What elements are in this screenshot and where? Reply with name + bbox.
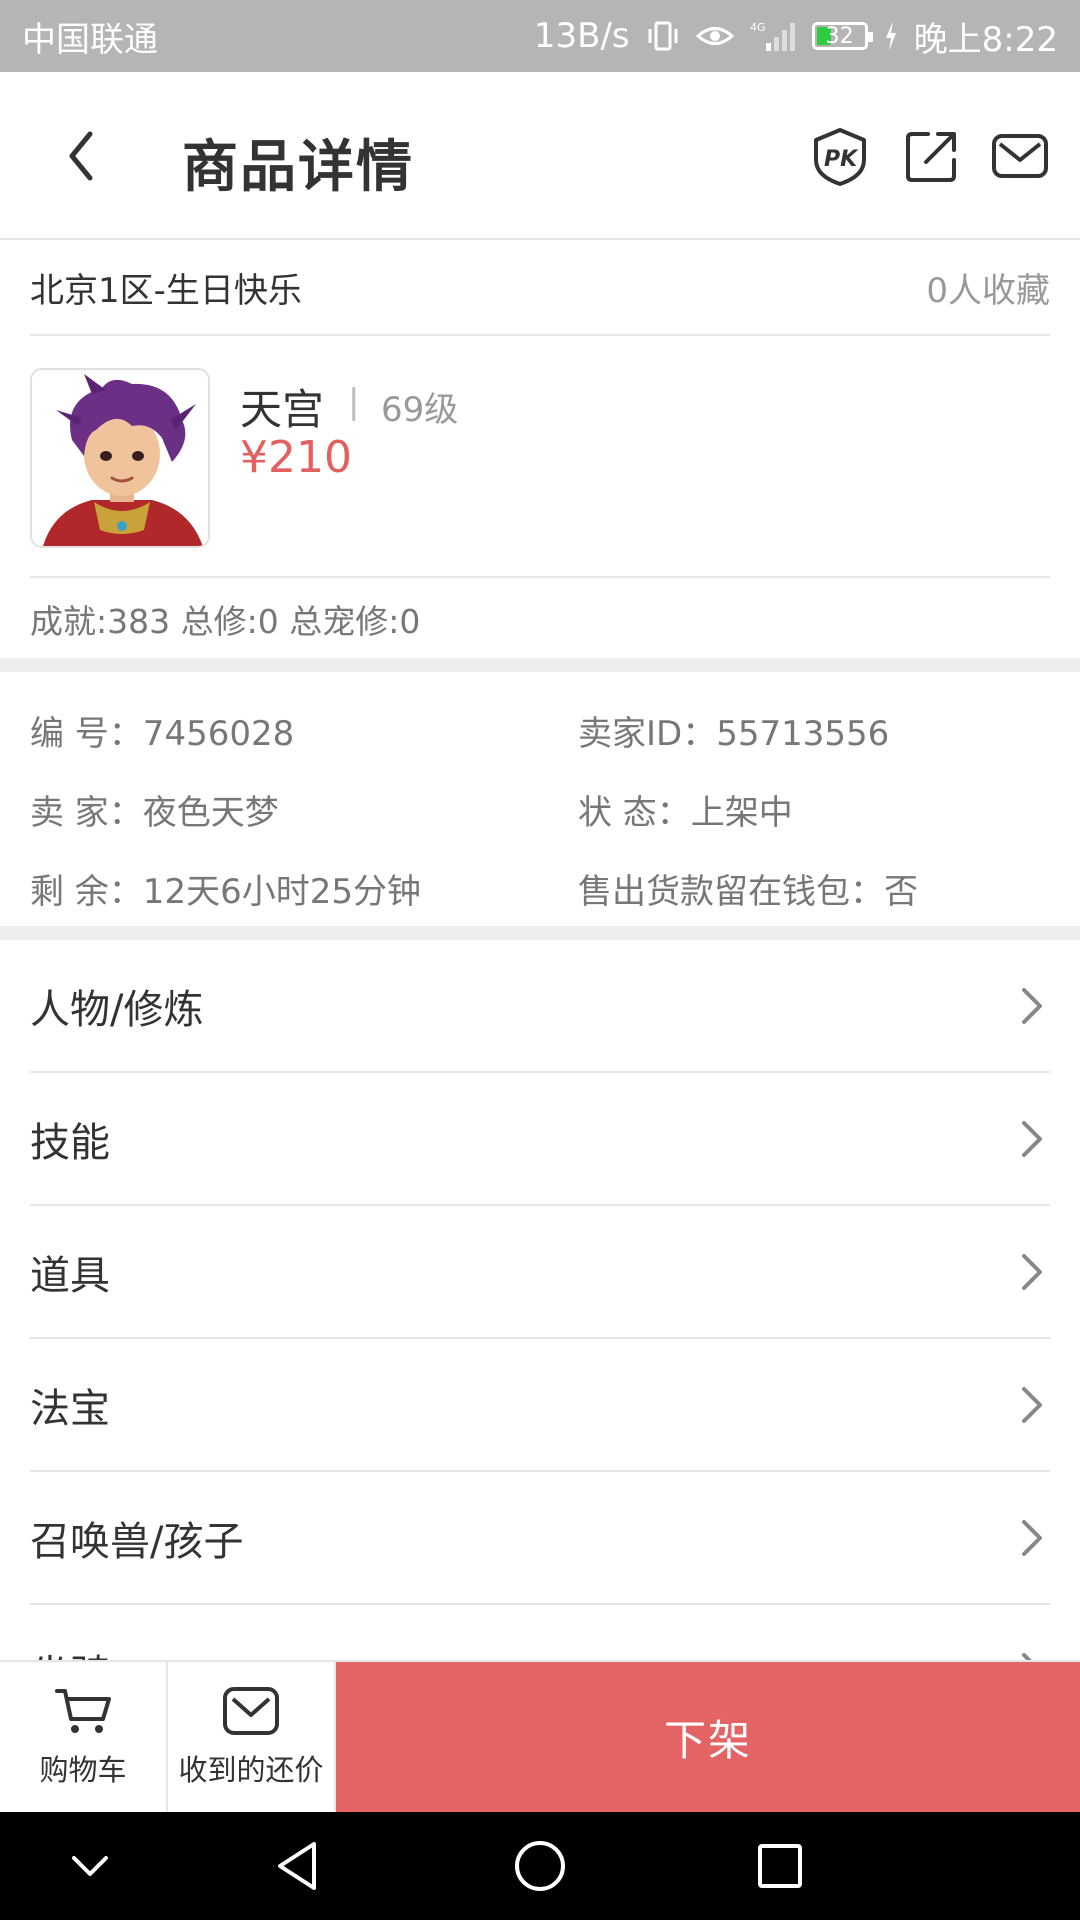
charging-icon [884, 21, 898, 51]
chevron-right-icon [1022, 1386, 1042, 1423]
system-nav-bar [0, 1812, 1080, 1920]
seller-id: 卖家ID：55713556 [578, 714, 890, 754]
status-bar: 中国联通 13B/s 4G 32 晚上8:22 [0, 0, 1080, 72]
favorite-count: 0人收藏 [926, 270, 1050, 311]
hide-nav-button[interactable] [60, 1836, 120, 1896]
svg-text:PK: PK [824, 147, 859, 172]
menu-item-treasures[interactable]: 法宝 [30, 1339, 1050, 1472]
page-title: 商品详情 [182, 135, 414, 200]
share-button[interactable] [900, 124, 964, 188]
menu-item-label: 技能 [30, 1119, 110, 1166]
section-divider [0, 658, 1080, 672]
network-speed: 13B/s [533, 16, 630, 56]
received-offers-button[interactable]: 收到的还价 [168, 1662, 336, 1812]
triangle-back-icon [278, 1842, 316, 1890]
pk-icon: PK [814, 128, 866, 186]
svg-text:4G: 4G [750, 21, 766, 34]
listing-number: 编 号：7456028 [30, 714, 295, 754]
character-name: 天宫 [240, 385, 325, 434]
server-name: 北京1区-生日快乐 [30, 270, 302, 311]
seller-name: 卖 家：夜色天梦 [30, 793, 279, 833]
pk-button[interactable]: PK [808, 124, 872, 188]
mail-icon [992, 134, 1048, 178]
share-icon [906, 132, 956, 182]
menu-item-label: 召唤兽/孩子 [30, 1518, 244, 1565]
vibrate-icon [646, 19, 680, 53]
circle-home-icon [515, 1841, 565, 1891]
delist-button[interactable]: 下架 [336, 1662, 1080, 1812]
listing-info: 编 号：7456028 卖家ID：55713556 卖 家：夜色天梦 状 态：上… [30, 672, 1050, 926]
server-row: 北京1区-生日快乐 0人收藏 [30, 240, 1050, 336]
menu-item-label: 法宝 [30, 1385, 110, 1432]
menu-item-items[interactable]: 道具 [30, 1206, 1050, 1339]
page: 中国联通 13B/s 4G 32 晚上8:22 商品详情 PK 北京1区-生日快… [0, 0, 1080, 1920]
section-divider [0, 926, 1080, 940]
chevron-right-icon [1022, 1253, 1042, 1290]
chevron-down-icon [72, 1856, 108, 1876]
chevron-right-icon [1022, 1120, 1042, 1157]
menu-item-label: 人物/修炼 [30, 986, 204, 1033]
time-remaining: 剩 余：12天6小时25分钟 [30, 872, 421, 912]
eye-icon [695, 21, 734, 51]
nav-recents-button[interactable] [750, 1836, 810, 1896]
header: 商品详情 PK [0, 72, 1080, 240]
battery-level: 32 [825, 23, 854, 49]
signal-icon: 4G [750, 19, 796, 53]
battery-icon: 32 [811, 22, 873, 50]
chevron-right-icon [1022, 1519, 1042, 1556]
back-button[interactable] [56, 124, 116, 188]
shopping-cart-icon [55, 1689, 111, 1733]
nav-home-button[interactable] [510, 1836, 570, 1896]
character-avatar [30, 368, 210, 548]
square-recents-icon [758, 1844, 802, 1888]
cart-label: 购物车 [39, 1753, 127, 1787]
menu-item-pets-children[interactable]: 召唤兽/孩子 [30, 1472, 1050, 1605]
mail-button[interactable] [988, 124, 1052, 188]
menu-item-character-training[interactable]: 人物/修炼 [30, 940, 1050, 1073]
bottom-action-bar: 购物车 收到的还价 下架 [0, 1660, 1080, 1812]
character-portrait-image [32, 370, 208, 546]
menu-item-label: 道具 [30, 1252, 110, 1299]
name-level-separator: | [348, 382, 360, 422]
clock: 晚上8:22 [913, 19, 1058, 60]
menu-item-skills[interactable]: 技能 [30, 1073, 1050, 1206]
cart-button[interactable]: 购物车 [0, 1662, 168, 1812]
nav-back-button[interactable] [270, 1836, 330, 1896]
stats-text: 成就:383 总修:0 总宠修:0 [30, 602, 421, 641]
envelope-icon [223, 1687, 279, 1735]
carrier-label: 中国联通 [22, 19, 158, 60]
wallet-setting: 售出货款留在钱包：否 [578, 872, 918, 912]
back-icon [69, 131, 93, 181]
price: ¥210 [240, 432, 352, 483]
character-level: 69级 [381, 390, 459, 430]
listing-status: 状 态：上架中 [578, 793, 793, 833]
received-offers-label: 收到的还价 [178, 1753, 324, 1787]
character-summary: 天宫 | 69级 ¥210 [30, 336, 1050, 578]
status-indicators: 13B/s 4G 32 晚上8:22 [534, 12, 1058, 61]
character-stats: 成就:383 总修:0 总宠修:0 [30, 580, 1050, 658]
chevron-right-icon [1022, 987, 1042, 1024]
